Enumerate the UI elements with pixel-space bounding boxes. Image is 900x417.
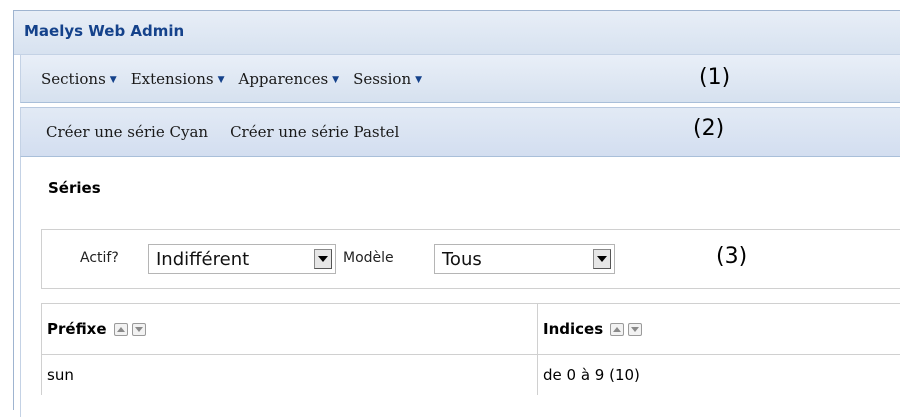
active-filter-value: Indifférent <box>156 248 250 270</box>
table-header: Préfixe Indices <box>42 304 900 355</box>
dropdown-arrow-icon[interactable] <box>593 249 611 269</box>
sort-up-icon[interactable] <box>610 322 625 336</box>
main-content: Séries Actif? Indifférent Modèle Tous (3… <box>20 157 900 417</box>
menu-extensions-label: Extensions <box>130 69 214 88</box>
menu-sections-label: Sections <box>41 69 106 88</box>
admin-window: Maelys Web Admin Sections ▼ Extensions ▼ A… <box>13 10 900 417</box>
model-filter-select[interactable]: Tous <box>434 244 615 274</box>
menu-apparences[interactable]: Apparences ▼ <box>238 70 339 88</box>
chevron-down-icon: ▼ <box>415 74 423 85</box>
model-filter-label: Modèle <box>343 250 394 266</box>
section-title: Séries <box>48 179 101 197</box>
sort-down-icon[interactable] <box>628 322 643 336</box>
chevron-down-icon: ▼ <box>109 74 117 85</box>
callout-2: (2) <box>693 116 725 141</box>
active-filter-select[interactable]: Indifférent <box>148 244 336 274</box>
title-bar: Maelys Web Admin <box>14 11 900 55</box>
chevron-down-icon: ▼ <box>332 74 340 85</box>
cell-prefix: sun <box>42 355 538 395</box>
table-row[interactable]: sun de 0 à 9 (10) <box>42 355 900 395</box>
create-pastel-series-link[interactable]: Créer une série Pastel <box>230 123 399 141</box>
menu-session[interactable]: Session ▼ <box>353 70 422 88</box>
filter-panel: Actif? Indifférent Modèle Tous (3) <box>41 229 900 289</box>
series-table: Préfixe Indices sun de 0 à 9 (10) <box>41 303 900 395</box>
cell-indices: de 0 à 9 (10) <box>543 366 640 384</box>
action-bar: Créer une série Cyan Créer une série Pas… <box>20 107 900 157</box>
chevron-down-icon: ▼ <box>217 74 225 85</box>
callout-3: (3) <box>716 244 748 269</box>
app-title: Maelys Web Admin <box>24 22 185 40</box>
sort-up-icon[interactable] <box>113 322 128 336</box>
column-header-indices: Indices <box>538 304 900 354</box>
callout-1: (1) <box>699 65 731 90</box>
menu-sections[interactable]: Sections ▼ <box>41 70 117 88</box>
column-header-indices-label: Indices <box>543 320 604 338</box>
column-header-prefix-label: Préfixe <box>47 320 107 338</box>
active-filter-label: Actif? <box>80 250 119 266</box>
sort-down-icon[interactable] <box>131 322 146 336</box>
menu-session-label: Session <box>353 69 412 88</box>
menu-extensions[interactable]: Extensions ▼ <box>131 70 225 88</box>
create-cyan-series-link[interactable]: Créer une série Cyan <box>46 123 208 141</box>
column-header-prefix: Préfixe <box>42 304 538 354</box>
model-filter-value: Tous <box>442 248 482 270</box>
menu-apparences-label: Apparences <box>238 69 329 88</box>
dropdown-arrow-icon[interactable] <box>314 249 332 269</box>
main-menu-bar: Sections ▼ Extensions ▼ Apparences ▼ Sessio… <box>20 55 900 103</box>
